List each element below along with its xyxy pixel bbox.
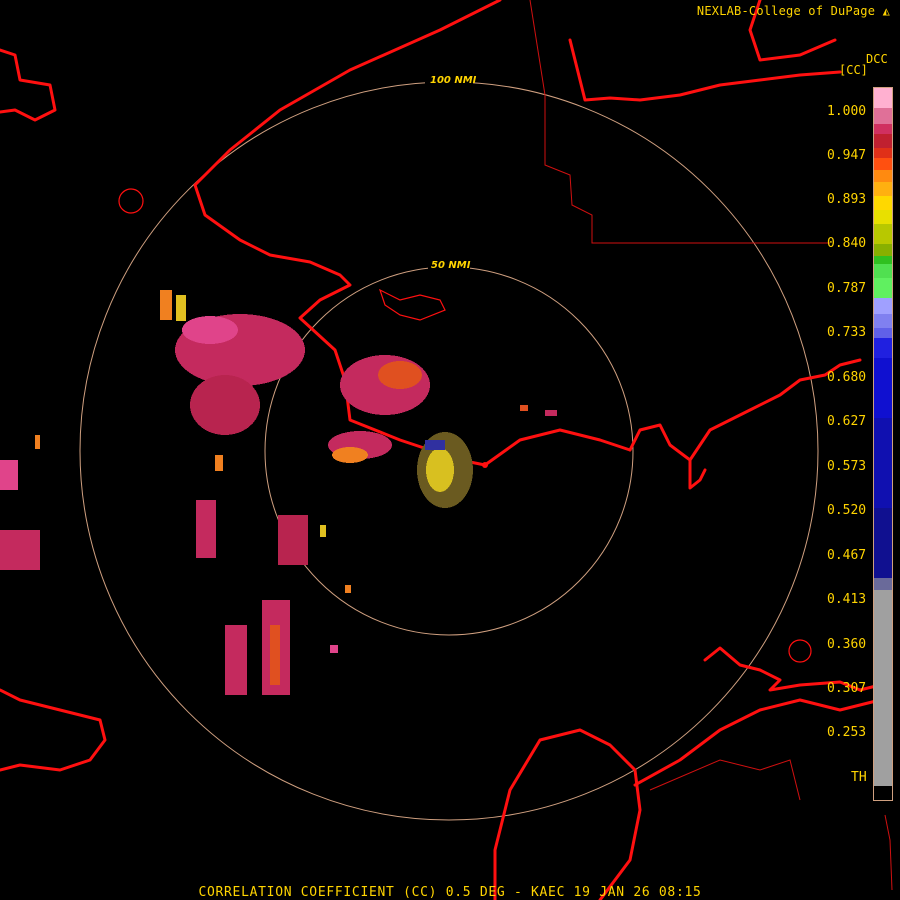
echo-band-south-2 <box>278 515 308 565</box>
echo-speckle <box>215 455 223 471</box>
legend-tick: 1.000 <box>827 104 867 119</box>
legend-tick: 0.360 <box>827 637 867 652</box>
echo-band-southwest <box>225 625 247 695</box>
legend-tick: 0.520 <box>827 503 867 518</box>
boundary-southeast-lower <box>633 698 882 787</box>
echo-cluster-middle-orange <box>332 447 368 463</box>
legend-tick: 0.413 <box>827 592 867 607</box>
legend-tick-threshold: TH <box>851 770 867 785</box>
legend-tick: 0.627 <box>827 414 867 429</box>
color-legend-bar <box>873 87 893 801</box>
nexlab-credit: NEXLAB-College of DuPage ◭ <box>697 4 890 18</box>
legend-tick: 0.787 <box>827 281 867 296</box>
radar-echoes <box>0 290 557 695</box>
echo-speckle <box>345 585 351 593</box>
radar-site-marker <box>482 462 488 468</box>
nexlab-logo-icon: ◭ <box>882 4 890 18</box>
island-outline <box>788 639 812 663</box>
credit-text: NEXLAB-College of DuPage <box>696 4 876 18</box>
echo-speckle <box>520 405 528 411</box>
echo-cluster-center-core <box>378 361 422 389</box>
boundary-northeast <box>568 38 842 102</box>
boundary-southwest <box>0 688 107 772</box>
county-line-southeast <box>884 814 893 891</box>
boundary-east-lower <box>688 458 707 490</box>
county-line-south <box>649 759 801 801</box>
legend-tick: 0.947 <box>827 148 867 163</box>
product-title: CORRELATION COEFFICIENT (CC) 0.5 DEG - K… <box>198 885 702 900</box>
boundary-south-loop <box>493 728 642 900</box>
legend-code: [CC] <box>839 63 868 77</box>
ring-label-50: 50 NMI <box>431 260 471 271</box>
island-outline <box>118 188 144 214</box>
legend-tick: 0.840 <box>827 236 867 251</box>
island-outline <box>378 288 446 321</box>
legend-tick: 0.253 <box>827 725 867 740</box>
echo-band-west-edge-2 <box>0 460 18 490</box>
boundary-delta <box>483 428 632 467</box>
legend-tick: 0.733 <box>827 325 867 340</box>
echo-cluster-southeast-yellow <box>426 448 454 492</box>
county-boundaries <box>529 0 893 891</box>
legend-tick: 0.467 <box>827 548 867 563</box>
legend-tick: 0.680 <box>827 370 867 385</box>
county-line-northeast <box>529 0 830 244</box>
legend-tick: 0.893 <box>827 192 867 207</box>
echo-streak-north <box>160 290 172 320</box>
echo-band-southwest-streak <box>270 625 280 685</box>
ring-label-100: 100 NMI <box>430 75 477 86</box>
radar-map: 100 NMI 50 NMI <box>0 0 893 900</box>
legend-tick: 0.573 <box>827 459 867 474</box>
echo-speckle <box>320 525 326 537</box>
echo-cluster-west <box>190 375 260 435</box>
legend-tick: 0.307 <box>827 681 867 696</box>
echo-cluster-northwest-core <box>182 316 238 344</box>
echo-speckle <box>330 645 338 653</box>
legend-unit: DCC <box>866 52 888 66</box>
echo-speckle <box>545 410 557 416</box>
echo-band-south <box>196 500 216 558</box>
echo-speckle <box>35 435 40 449</box>
boundary-east <box>628 358 862 462</box>
echo-band-west-edge <box>0 530 40 570</box>
boundary-west <box>0 48 57 122</box>
echo-speckle <box>425 440 445 450</box>
echo-streak-north-2 <box>176 295 186 321</box>
